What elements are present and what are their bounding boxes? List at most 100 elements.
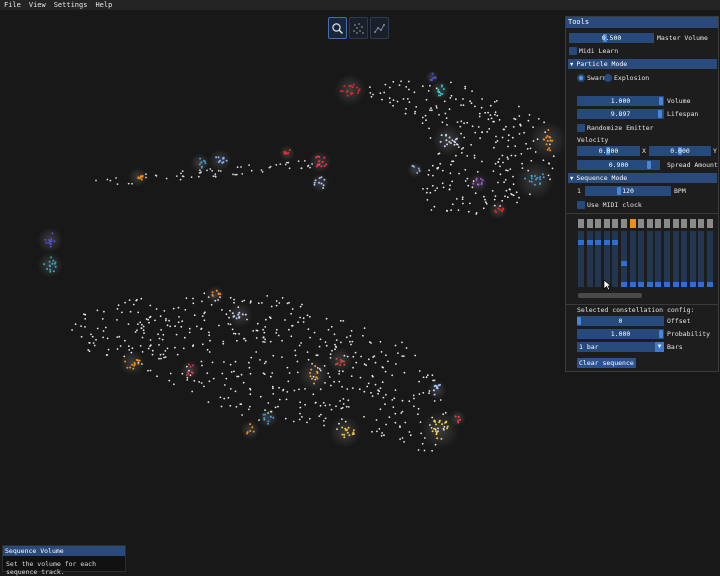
bars-combo[interactable]: 1 bar ▼ xyxy=(577,342,664,352)
midi-learn-checkbox[interactable] xyxy=(569,47,577,55)
particle-mode-header[interactable]: ▼ Particle Mode xyxy=(568,59,717,69)
sequencer-scrollbar[interactable] xyxy=(578,293,642,298)
particle xyxy=(133,364,136,367)
sequence-cell[interactable] xyxy=(646,282,653,287)
sequence-volume-track[interactable] xyxy=(698,231,705,287)
sequence-cell[interactable] xyxy=(689,282,696,287)
sequence-cell[interactable] xyxy=(672,282,679,287)
sequence-volume-track[interactable] xyxy=(595,231,602,287)
spread-amount-grab[interactable] xyxy=(647,161,652,169)
sequence-track-10[interactable] xyxy=(655,219,662,289)
particle xyxy=(503,181,505,184)
sequence-track-3[interactable] xyxy=(595,219,602,289)
particle xyxy=(262,336,265,339)
sequence-volume-track[interactable] xyxy=(681,231,688,287)
probability-slider[interactable]: 1.000 xyxy=(577,329,664,339)
sequence-track-15[interactable] xyxy=(698,219,705,289)
particle xyxy=(124,339,126,342)
velocity-x-slider[interactable]: 0.000 xyxy=(577,146,640,156)
master-volume-slider[interactable]: 0.500 xyxy=(569,33,654,43)
menu-help[interactable]: Help xyxy=(91,0,116,10)
sequence-mode-header[interactable]: ▼ Sequence Mode xyxy=(568,173,717,183)
particles-tool-button[interactable] xyxy=(349,17,368,39)
offset-grab[interactable] xyxy=(577,317,581,325)
constellation-glow xyxy=(205,285,225,305)
sequence-track-7[interactable] xyxy=(629,219,636,289)
spread-amount-slider[interactable]: 0.900 xyxy=(577,160,660,170)
sequence-volume-track[interactable] xyxy=(638,231,645,287)
sequence-volume-track[interactable] xyxy=(707,231,713,287)
sequence-track-6[interactable] xyxy=(621,219,627,289)
menu-settings[interactable]: Settings xyxy=(50,0,92,10)
sequence-volume-track[interactable] xyxy=(689,231,696,287)
sequence-track-5[interactable] xyxy=(612,219,619,289)
sequence-track-1[interactable] xyxy=(578,219,584,289)
sequence-cell[interactable] xyxy=(629,282,636,287)
velocity-y-slider[interactable]: 0.000 xyxy=(649,146,711,156)
midi-clock-checkbox[interactable] xyxy=(577,201,585,209)
particle xyxy=(234,332,237,335)
explosion-radio[interactable] xyxy=(604,74,612,82)
sequence-volume-track[interactable] xyxy=(664,231,670,287)
particle xyxy=(428,169,430,172)
particle-volume-slider[interactable]: 1.000 xyxy=(577,96,664,106)
constellation-tool-button[interactable] xyxy=(370,17,389,39)
sequence-volume-track[interactable] xyxy=(672,231,679,287)
particle xyxy=(198,381,201,383)
particle-volume-grab[interactable] xyxy=(659,97,663,105)
menu-file[interactable]: File xyxy=(0,0,25,10)
sequence-cell[interactable] xyxy=(621,282,627,287)
sequence-track-16[interactable] xyxy=(707,219,713,289)
sequence-cell[interactable] xyxy=(603,240,610,245)
bpm-slider[interactable]: 120 xyxy=(585,186,671,196)
sequence-volume-track[interactable] xyxy=(655,231,662,287)
sequence-volume-track[interactable] xyxy=(578,231,584,287)
sequence-track-2[interactable] xyxy=(586,219,593,289)
particle xyxy=(349,335,352,337)
sequence-track-12[interactable] xyxy=(672,219,679,289)
sequence-cell[interactable] xyxy=(655,282,662,287)
sequence-volume-track[interactable] xyxy=(629,231,636,287)
clear-sequence-button[interactable]: Clear sequence xyxy=(577,358,636,368)
sequence-volume-track[interactable] xyxy=(646,231,653,287)
tools-title[interactable]: Tools xyxy=(566,17,718,28)
particle xyxy=(318,160,320,163)
probability-grab[interactable] xyxy=(659,330,663,338)
particle xyxy=(237,313,240,316)
particle xyxy=(339,319,342,322)
particle xyxy=(448,188,451,191)
sequence-track-11[interactable] xyxy=(664,219,670,289)
sequence-cell[interactable] xyxy=(698,282,705,287)
step-indicator xyxy=(629,219,636,228)
lifespan-slider[interactable]: 9.897 xyxy=(577,109,664,119)
menu-view[interactable]: View xyxy=(25,0,50,10)
randomize-emitter-checkbox[interactable] xyxy=(577,124,585,132)
sequence-cell[interactable] xyxy=(707,282,713,287)
sequence-track-13[interactable] xyxy=(681,219,688,289)
sequence-cell[interactable] xyxy=(578,240,584,245)
particle xyxy=(316,370,319,373)
sequence-cell[interactable] xyxy=(612,240,619,245)
offset-slider[interactable]: 0 xyxy=(577,316,664,326)
sequence-cell[interactable] xyxy=(595,240,602,245)
sequence-track-14[interactable] xyxy=(689,219,696,289)
lifespan-grab[interactable] xyxy=(658,110,663,118)
magnifier-tool-button[interactable] xyxy=(328,17,347,39)
sequence-cell[interactable] xyxy=(681,282,688,287)
sequence-cell[interactable] xyxy=(638,282,645,287)
sequence-cell[interactable] xyxy=(664,282,670,287)
sequence-track-8[interactable] xyxy=(638,219,645,289)
sequence-volume-track[interactable] xyxy=(586,231,593,287)
particle xyxy=(222,342,225,345)
particle xyxy=(409,434,412,437)
sequence-volume-track[interactable] xyxy=(612,231,619,287)
sequence-cell[interactable] xyxy=(621,261,627,266)
particle xyxy=(467,184,470,187)
bpm-grab[interactable] xyxy=(617,187,622,195)
particle xyxy=(514,145,517,148)
swarm-radio[interactable] xyxy=(577,74,585,82)
particle xyxy=(175,333,178,336)
sequence-cell[interactable] xyxy=(586,240,593,245)
sequence-volume-track[interactable] xyxy=(621,231,627,287)
sequence-track-9[interactable] xyxy=(646,219,653,289)
